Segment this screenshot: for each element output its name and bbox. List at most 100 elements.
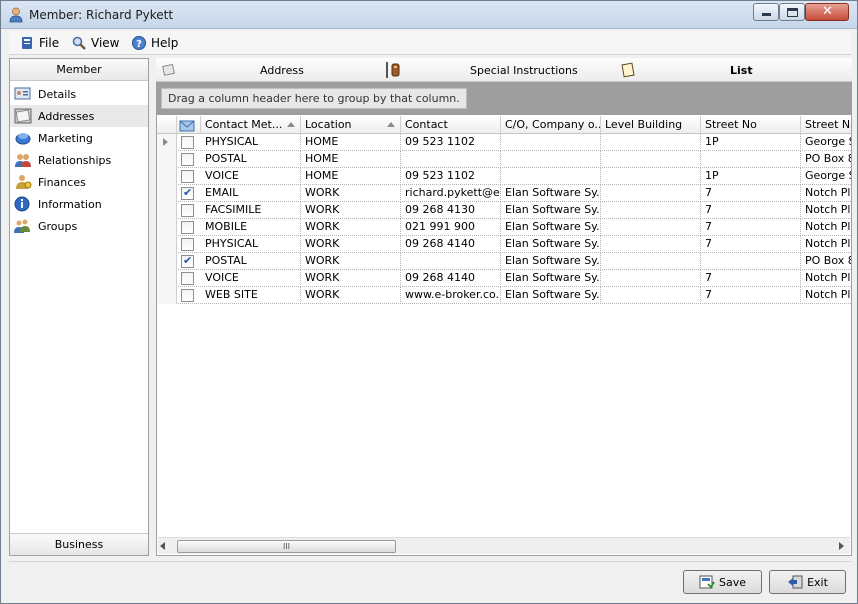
- menu-view[interactable]: View: [71, 34, 119, 52]
- row-selector[interactable]: [157, 219, 177, 236]
- save-button[interactable]: Save: [683, 570, 762, 594]
- table-cell[interactable]: FACSIMILE: [201, 202, 301, 219]
- group-by-panel[interactable]: Drag a column header here to group by th…: [156, 82, 852, 115]
- table-cell[interactable]: 7: [701, 287, 801, 304]
- table-cell[interactable]: [601, 151, 701, 168]
- table-cell[interactable]: WORK: [301, 219, 401, 236]
- row-checkbox[interactable]: [181, 204, 194, 217]
- table-cell[interactable]: PO Box 8: [801, 151, 851, 168]
- row-selector[interactable]: [157, 185, 177, 202]
- table-cell[interactable]: [601, 134, 701, 151]
- table-cell[interactable]: 09 268 4140: [401, 236, 501, 253]
- table-cell[interactable]: George S: [801, 134, 851, 151]
- table-row[interactable]: EMAILWORKrichard.pykett@e...Elan Softwar…: [157, 185, 851, 202]
- table-cell[interactable]: 7: [701, 270, 801, 287]
- table-cell[interactable]: PO Box 8: [801, 253, 851, 270]
- table-cell[interactable]: WORK: [301, 287, 401, 304]
- nav-item-marketing[interactable]: Marketing: [10, 127, 148, 149]
- table-row[interactable]: PHYSICAL HOME 09 523 1102 1P George S: [157, 134, 851, 151]
- scroll-left-icon[interactable]: [160, 542, 165, 550]
- nav-footer-business[interactable]: Business: [10, 533, 148, 555]
- table-cell[interactable]: 09 523 1102: [401, 168, 501, 185]
- table-cell[interactable]: WORK: [301, 236, 401, 253]
- table-cell[interactable]: Notch Pla: [801, 236, 851, 253]
- table-cell[interactable]: [701, 253, 801, 270]
- table-cell[interactable]: [401, 151, 501, 168]
- table-cell[interactable]: Notch Pla: [801, 219, 851, 236]
- nav-item-addresses[interactable]: Addresses: [10, 105, 148, 127]
- table-cell[interactable]: Notch Pla: [801, 185, 851, 202]
- table-row[interactable]: PHYSICAL WORK 09 268 4140 Elan Software Sy.…: [157, 236, 851, 253]
- tab-address[interactable]: Address: [160, 61, 304, 79]
- scroll-thumb[interactable]: III: [177, 540, 396, 553]
- table-cell[interactable]: [601, 168, 701, 185]
- table-cell[interactable]: 7: [701, 219, 801, 236]
- table-cell[interactable]: [601, 202, 701, 219]
- table-cell[interactable]: POSTAL: [201, 151, 301, 168]
- table-row[interactable]: POSTALWORK Elan Software Sy... PO Box 8: [157, 253, 851, 270]
- table-cell[interactable]: Elan Software Sy...: [501, 236, 601, 253]
- table-cell[interactable]: Elan Software Sy...: [501, 253, 601, 270]
- table-cell[interactable]: richard.pykett@e...: [401, 185, 501, 202]
- table-cell[interactable]: [601, 270, 701, 287]
- nav-item-relationships[interactable]: Relationships: [10, 149, 148, 171]
- table-cell[interactable]: [601, 219, 701, 236]
- row-checkbox[interactable]: [181, 289, 194, 302]
- table-cell[interactable]: [701, 151, 801, 168]
- maximize-button[interactable]: [779, 3, 805, 21]
- table-cell[interactable]: [401, 253, 501, 270]
- table-row[interactable]: VOICE WORK 09 268 4140 Elan Software Sy... 7…: [157, 270, 851, 287]
- nav-item-groups[interactable]: Groups: [10, 215, 148, 237]
- table-cell[interactable]: www.e-broker.co...: [401, 287, 501, 304]
- table-row[interactable]: POSTAL HOME PO Box 8: [157, 151, 851, 168]
- header-select-column[interactable]: [177, 116, 201, 134]
- table-cell[interactable]: 09 268 4130: [401, 202, 501, 219]
- menu-help[interactable]: ? Help: [131, 34, 178, 52]
- table-cell[interactable]: PHYSICAL: [201, 236, 301, 253]
- table-cell[interactable]: WORK: [301, 270, 401, 287]
- row-selector[interactable]: [157, 168, 177, 185]
- table-cell[interactable]: 1P: [701, 134, 801, 151]
- table-cell[interactable]: [501, 134, 601, 151]
- table-cell[interactable]: [601, 287, 701, 304]
- row-checkbox[interactable]: [181, 186, 194, 200]
- row-checkbox[interactable]: [181, 170, 194, 183]
- table-cell[interactable]: [601, 185, 701, 202]
- table-cell[interactable]: Elan Software Sy...: [501, 270, 601, 287]
- table-cell[interactable]: 7: [701, 185, 801, 202]
- row-selector[interactable]: [157, 270, 177, 287]
- minimize-button[interactable]: [753, 3, 779, 21]
- row-selector[interactable]: [157, 287, 177, 304]
- table-cell[interactable]: Notch Pla: [801, 287, 851, 304]
- horizontal-scrollbar[interactable]: III: [158, 537, 850, 554]
- table-cell[interactable]: WEB SITE: [201, 287, 301, 304]
- table-cell[interactable]: [501, 168, 601, 185]
- title-bar[interactable]: Member: Richard Pykett ✕: [1, 1, 857, 29]
- column-header[interactable]: Contact: [401, 116, 501, 134]
- row-selector[interactable]: [157, 236, 177, 253]
- table-cell[interactable]: POSTAL: [201, 253, 301, 270]
- scroll-right-icon[interactable]: [839, 542, 844, 550]
- nav-item-information[interactable]: Information: [10, 193, 148, 215]
- column-header[interactable]: C/O, Company o...: [501, 116, 601, 134]
- menu-file[interactable]: File: [19, 34, 59, 52]
- table-cell[interactable]: 7: [701, 202, 801, 219]
- column-header[interactable]: Street No: [701, 116, 801, 134]
- close-button[interactable]: ✕: [805, 3, 849, 21]
- table-cell[interactable]: 1P: [701, 168, 801, 185]
- row-checkbox[interactable]: [181, 153, 194, 166]
- tab-list[interactable]: List: [620, 61, 753, 79]
- row-checkbox[interactable]: [181, 254, 194, 268]
- table-cell[interactable]: Elan Software Sy...: [501, 287, 601, 304]
- row-selector[interactable]: [157, 151, 177, 168]
- table-row[interactable]: MOBILE WORK 021 991 900 Elan Software Sy...…: [157, 219, 851, 236]
- table-cell[interactable]: Notch Pla: [801, 202, 851, 219]
- table-cell[interactable]: 021 991 900: [401, 219, 501, 236]
- column-header[interactable]: Location: [301, 116, 401, 134]
- table-cell[interactable]: [601, 236, 701, 253]
- row-selector[interactable]: [157, 253, 177, 270]
- table-cell[interactable]: 7: [701, 236, 801, 253]
- table-cell[interactable]: Elan Software Sy...: [501, 219, 601, 236]
- row-checkbox[interactable]: [181, 136, 194, 149]
- table-cell[interactable]: 09 523 1102: [401, 134, 501, 151]
